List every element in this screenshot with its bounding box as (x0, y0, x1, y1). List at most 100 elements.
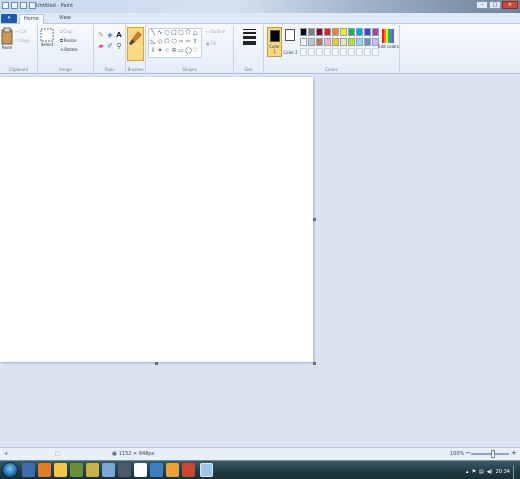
color-swatch[interactable] (324, 38, 331, 46)
zoom-out-button[interactable]: − (465, 449, 471, 457)
line-shape-icon[interactable]: ╲ (150, 30, 156, 36)
pentagon-shape-icon[interactable]: ⬠ (164, 39, 170, 45)
custom-color-slot[interactable] (332, 48, 339, 56)
hexagon-shape-icon[interactable]: ⬡ (171, 39, 177, 45)
zoom-slider-track[interactable] (471, 453, 509, 455)
app-taskbar-icon-6[interactable] (182, 463, 195, 477)
minimize-button[interactable]: – (476, 1, 488, 9)
brushes-button[interactable] (127, 27, 144, 61)
color-swatch[interactable] (340, 28, 347, 36)
text-tool-icon[interactable]: A (115, 31, 123, 39)
outline-button[interactable]: ▭ Outline (206, 29, 225, 34)
up-arrow-shape-icon[interactable]: ⇧ (192, 39, 198, 45)
callout-shape-icon[interactable]: ▭ (178, 48, 184, 54)
size-button[interactable] (243, 29, 256, 45)
color-swatch[interactable] (332, 38, 339, 46)
folder-taskbar-icon[interactable] (54, 463, 67, 477)
paste-button[interactable]: Paste (1, 27, 13, 50)
custom-color-slot[interactable] (372, 48, 379, 56)
color1-button[interactable]: Color 1 (267, 27, 282, 57)
heart-shape-icon[interactable]: ♡ (192, 48, 198, 54)
tab-view[interactable]: View (55, 14, 75, 24)
color-swatch[interactable] (340, 38, 347, 46)
rectangle-shape-icon[interactable]: □ (171, 30, 177, 36)
zoom-in-button[interactable]: + (511, 449, 517, 457)
maximize-button[interactable]: □ (489, 1, 501, 9)
triangle-shape-icon[interactable]: △ (192, 30, 198, 36)
color-swatch[interactable] (300, 38, 307, 46)
color-swatch[interactable] (308, 38, 315, 46)
magnifier-icon[interactable]: ⚲ (115, 42, 123, 50)
custom-color-slot[interactable] (316, 48, 323, 56)
five-point-star-shape-icon[interactable]: ☆ (164, 48, 170, 54)
custom-color-slot[interactable] (300, 48, 307, 56)
color-picker-icon[interactable]: ✐ (106, 42, 114, 50)
six-point-star-shape-icon[interactable]: ✡ (171, 48, 177, 54)
rounded-rectangle-shape-icon[interactable]: ▢ (178, 30, 184, 36)
curve-shape-icon[interactable]: ∿ (157, 30, 163, 36)
canvas-resize-handle-corner[interactable] (313, 362, 316, 365)
close-button[interactable]: ✕ (502, 1, 518, 9)
color-swatch[interactable] (348, 38, 355, 46)
zoom-slider-thumb[interactable] (491, 450, 495, 458)
resize-button[interactable]: ⧉ Resize (60, 38, 77, 43)
down-arrow-shape-icon[interactable]: ⇩ (150, 48, 156, 54)
custom-color-slot[interactable] (348, 48, 355, 56)
color2-button[interactable]: Color 2 (283, 27, 298, 57)
color-swatch[interactable] (324, 28, 331, 36)
custom-color-slot[interactable] (324, 48, 331, 56)
left-arrow-shape-icon[interactable]: ⇦ (185, 39, 191, 45)
clock[interactable]: 20:34 (496, 469, 510, 475)
cut-button[interactable]: ✂ Cut (15, 29, 26, 34)
paint-taskbar-icon[interactable] (200, 463, 213, 477)
app-taskbar-icon-5[interactable] (166, 463, 179, 477)
file-menu-button[interactable]: ▾ (1, 14, 17, 23)
custom-color-slot[interactable] (364, 48, 371, 56)
custom-color-slot[interactable] (340, 48, 347, 56)
app-taskbar-icon-4[interactable] (150, 463, 163, 477)
app-taskbar-icon-2[interactable] (118, 463, 131, 477)
eraser-icon[interactable]: ▰ (97, 42, 105, 50)
save-icon[interactable] (11, 2, 18, 9)
undo-icon[interactable] (20, 2, 27, 9)
explorer-taskbar-icon[interactable] (22, 463, 35, 477)
notes-taskbar-icon[interactable] (86, 463, 99, 477)
color-swatch[interactable] (300, 28, 307, 36)
color-swatch[interactable] (308, 28, 315, 36)
edit-colors-button[interactable]: Edit colors (378, 28, 399, 49)
start-button[interactable] (2, 462, 18, 478)
flag-icon[interactable]: ⚑ (472, 469, 476, 475)
app-taskbar-icon-3[interactable] (134, 463, 147, 477)
select-button[interactable]: Select (40, 28, 54, 47)
drawing-canvas[interactable] (0, 77, 313, 362)
oval-callout-shape-icon[interactable]: ◯ (185, 48, 192, 54)
pencil-icon[interactable]: ✎ (97, 31, 105, 39)
show-desktop-button[interactable] (513, 465, 518, 479)
canvas-resize-handle-bottom[interactable] (155, 362, 158, 365)
crop-button[interactable]: ⌗ Crop (60, 29, 73, 34)
show-hidden-icons-icon[interactable]: ▴ (466, 469, 469, 475)
color-swatch[interactable] (356, 38, 363, 46)
rotate-button[interactable]: ⟲ Rotate (60, 47, 77, 52)
paint-app-icon[interactable] (2, 2, 9, 9)
app-taskbar-icon-1[interactable] (102, 463, 115, 477)
oval-shape-icon[interactable]: ○ (164, 30, 170, 36)
custom-color-slot[interactable] (356, 48, 363, 56)
volume-icon[interactable]: ◀) (487, 469, 493, 475)
color-swatch[interactable] (364, 38, 371, 46)
color-swatch[interactable] (348, 28, 355, 36)
tab-home[interactable]: Home (19, 14, 44, 24)
media-taskbar-icon[interactable] (70, 463, 83, 477)
copy-button[interactable]: ❐ Copy (15, 38, 30, 43)
polygon-shape-icon[interactable]: ⬠ (185, 30, 191, 36)
color-swatch[interactable] (332, 28, 339, 36)
diamond-shape-icon[interactable]: ◇ (157, 39, 163, 45)
redo-icon[interactable] (29, 2, 36, 9)
four-point-star-shape-icon[interactable]: ✦ (157, 48, 163, 54)
color-swatch[interactable] (356, 28, 363, 36)
network-icon[interactable]: ▤ (479, 469, 484, 475)
right-triangle-shape-icon[interactable]: ◺ (150, 39, 156, 45)
browser-taskbar-icon[interactable] (38, 463, 51, 477)
right-arrow-shape-icon[interactable]: ⇨ (178, 39, 184, 45)
color-swatch[interactable] (364, 28, 371, 36)
